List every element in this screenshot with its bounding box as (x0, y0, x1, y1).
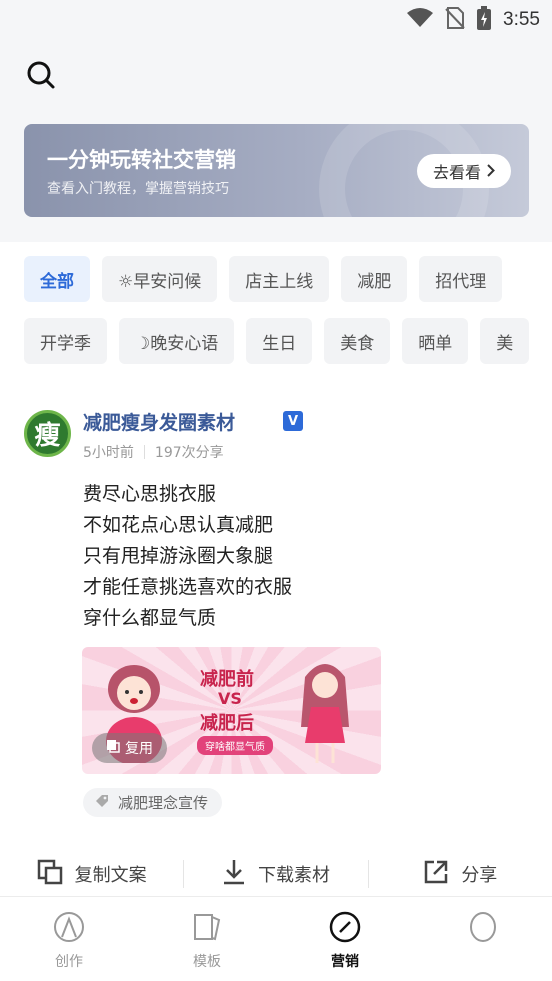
post-line: 只有甩掉游泳圈大象腿 (83, 545, 274, 567)
no-sim-icon (445, 7, 465, 33)
battery-charging-icon (477, 6, 492, 34)
banner-go-button[interactable]: 去看看 (417, 154, 511, 188)
profile-icon (467, 911, 499, 947)
download-button[interactable]: 下载素材 (184, 850, 367, 898)
banner-subtitle: 查看入门教程，掌握营销技巧 (47, 181, 229, 197)
post-line: 不如花点心思认真减肥 (83, 514, 274, 536)
tab-template-label: 模板 (193, 954, 221, 970)
meta-divider (143, 445, 145, 459)
post-tag[interactable]: 减肥理念宣传 (83, 788, 223, 817)
tab-marketing[interactable]: 营销 (276, 897, 414, 981)
category-chip[interactable]: 全部 (24, 256, 90, 302)
verified-badge: V (283, 411, 303, 431)
post-line: 费尽心思挑衣服 (83, 483, 217, 505)
post-meta: 5小时前 197次分享 (83, 442, 224, 462)
post-body: 费尽心思挑衣服 不如花点心思认真减肥 只有甩掉游泳圈大象腿 才能任意挑选喜欢的衣… (83, 479, 292, 634)
marketing-icon (329, 911, 361, 947)
header-area: 3:55 一分钟玩转社交营销 查看入门教程，掌握营销技巧 去看看 (0, 0, 552, 242)
share-label: 分享 (461, 865, 498, 886)
create-icon (53, 911, 85, 947)
image-text-vs: VS (218, 689, 242, 708)
category-chip[interactable]: 生日 (246, 318, 313, 364)
image-text-after: 减肥后 (200, 713, 254, 734)
download-label: 下载素材 (257, 865, 330, 886)
category-chip[interactable]: ☼早安问候 (102, 256, 218, 302)
copy-document-icon (37, 859, 63, 890)
template-icon (191, 911, 223, 947)
category-chip[interactable]: 美食 (324, 318, 391, 364)
category-chip[interactable]: 开学季 (24, 318, 107, 364)
category-row-1: 全部 ☼早安问候 店主上线 减肥 招代理 (24, 256, 503, 302)
tab-marketing-label: 营销 (331, 954, 359, 970)
banner-go-label: 去看看 (432, 163, 481, 182)
copy-icon (106, 739, 120, 757)
post-action-bar: 复制文案 下载素材 分享 (0, 850, 552, 898)
reuse-button[interactable]: 复用 (92, 733, 167, 763)
category-chip[interactable]: ☽晚安心语 (119, 318, 235, 364)
tab-create[interactable]: 创作 (0, 897, 138, 981)
category-chip[interactable]: 减肥 (341, 256, 408, 302)
download-icon (222, 859, 246, 890)
copy-text-label: 复制文案 (74, 865, 147, 886)
post-line: 才能任意挑选喜欢的衣服 (83, 576, 293, 598)
category-chip[interactable]: 招代理 (419, 256, 503, 302)
post-time: 5小时前 (83, 445, 134, 461)
tag-label: 减肥理念宣传 (118, 794, 209, 812)
copy-text-button[interactable]: 复制文案 (0, 850, 183, 898)
search-icon (26, 60, 56, 94)
share-icon (423, 859, 449, 890)
banner-title: 一分钟玩转社交营销 (47, 148, 236, 172)
girl-after-illustration (301, 664, 349, 763)
image-badge: 穿啥都显气质 (197, 736, 273, 755)
reuse-label: 复用 (125, 741, 153, 757)
tab-profile[interactable] (414, 897, 552, 981)
post-share-count: 197次分享 (154, 445, 224, 461)
category-chip[interactable]: 店主上线 (229, 256, 330, 302)
bottom-tab-bar: 创作 模板 营销 (0, 896, 552, 981)
category-chip[interactable]: 美 (480, 318, 530, 364)
search-button[interactable] (24, 60, 58, 94)
share-button[interactable]: 分享 (369, 850, 552, 898)
category-row-2: 开学季 ☽晚安心语 生日 美食 晒单 美 (24, 318, 530, 364)
chevron-right-icon (487, 162, 495, 181)
status-time: 3:55 (503, 9, 540, 30)
tab-template[interactable]: 模板 (138, 897, 276, 981)
post-author-name[interactable]: 减肥瘦身发圈素材 (83, 408, 235, 435)
image-text-before: 减肥前 (200, 669, 254, 690)
tag-icon (95, 793, 110, 812)
wifi-icon (407, 8, 434, 32)
status-bar: 3:55 (0, 0, 552, 40)
post-line: 穿什么都显气质 (83, 607, 217, 629)
category-chip[interactable]: 晒单 (402, 318, 469, 364)
tab-create-label: 创作 (55, 954, 83, 970)
post-avatar[interactable]: 瘦 (24, 410, 71, 457)
tutorial-banner[interactable]: 一分钟玩转社交营销 查看入门教程，掌握营销技巧 去看看 (24, 124, 529, 217)
